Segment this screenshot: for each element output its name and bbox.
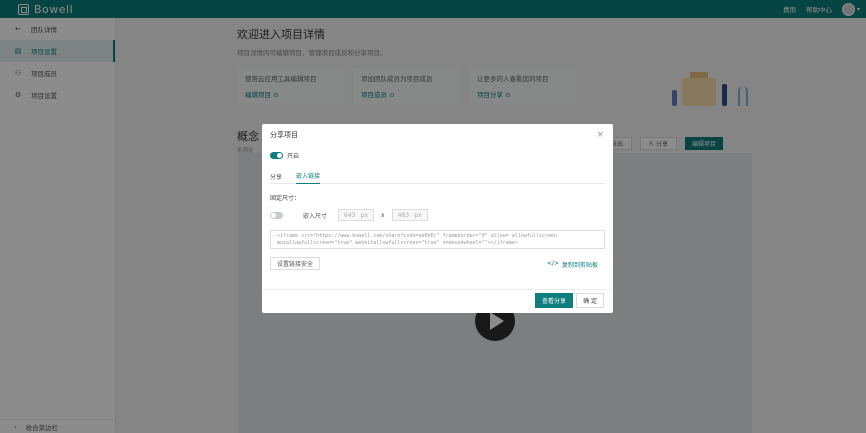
modal-header: 分享项目 ×: [262, 124, 613, 146]
share-modal: 分享项目 × 开启 分享 嵌入链接 固定尺寸： 嵌入尺寸 643 px x 48…: [262, 124, 613, 313]
code-icon: </>: [546, 260, 559, 267]
height-input[interactable]: 483 px: [391, 209, 428, 221]
view-share-button[interactable]: 查看分享: [534, 293, 573, 308]
share-enable-toggle[interactable]: [270, 152, 283, 159]
tab-share[interactable]: 分享: [270, 168, 282, 184]
embed-size-toggle[interactable]: [270, 211, 283, 219]
fixed-size-label: 固定尺寸：: [270, 195, 301, 202]
embed-code-textarea[interactable]: <iframe src="https://www.bowell.com/shar…: [270, 230, 605, 249]
confirm-button[interactable]: 确 定: [576, 293, 604, 308]
share-enable-label: 开启: [287, 153, 300, 160]
width-input[interactable]: 643 px: [338, 209, 375, 221]
modal-footer-divider: [262, 289, 613, 290]
copy-to-clipboard-link[interactable]: </> 复制到剪贴板: [547, 260, 598, 269]
embed-size-row: 嵌入尺寸 643 px x 483 px: [270, 209, 428, 221]
tab-embed-link[interactable]: 嵌入链接: [296, 168, 321, 184]
share-enable-row: 开启: [270, 151, 299, 160]
copy-label: 复制到剪贴板: [561, 262, 598, 269]
times-symbol: x: [381, 211, 385, 219]
embed-size-label: 嵌入尺寸: [303, 212, 328, 220]
share-tabs: 分享 嵌入链接: [270, 168, 605, 184]
modal-title: 分享项目: [270, 131, 298, 139]
close-icon[interactable]: ×: [596, 130, 604, 140]
link-security-button[interactable]: 设置链接安全: [270, 257, 321, 270]
